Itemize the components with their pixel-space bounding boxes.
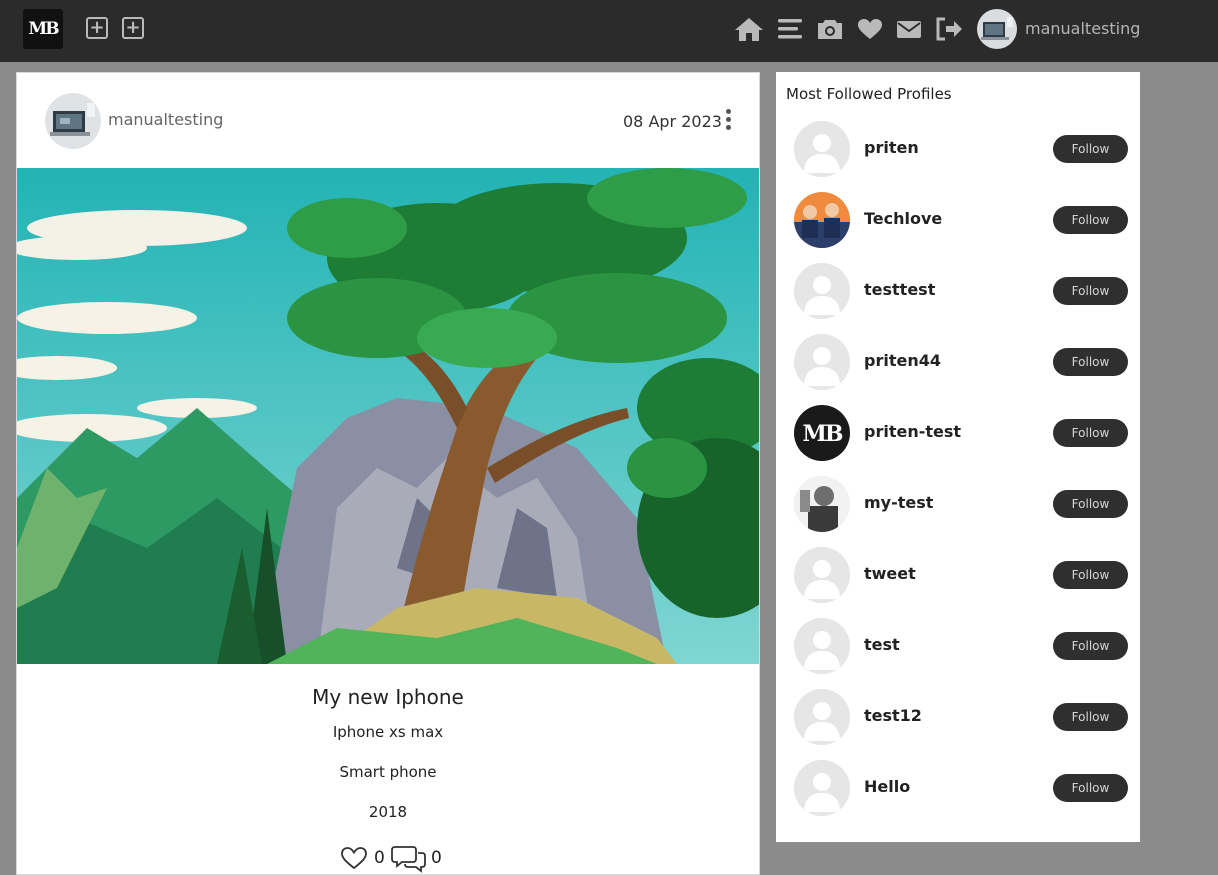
follow-button[interactable]: Follow xyxy=(1053,632,1128,660)
post-text-line: Smart phone xyxy=(339,763,437,781)
sidebar-title: Most Followed Profiles xyxy=(786,85,952,103)
follow-button[interactable]: Follow xyxy=(1053,774,1128,802)
post-card: manualtesting 08 Apr 2023 My new Iphone … xyxy=(16,72,760,875)
profile-name[interactable]: priten xyxy=(864,138,919,157)
profile-name[interactable]: my-test xyxy=(864,493,933,512)
profile-row: my-test Follow xyxy=(776,476,1140,532)
mb-logo[interactable]: MB xyxy=(23,9,63,49)
profile-row: test12 Follow xyxy=(776,689,1140,745)
post-date: 08 Apr 2023 xyxy=(623,112,722,131)
follow-button[interactable]: Follow xyxy=(1053,277,1128,305)
most-followed-sidebar: Most Followed Profiles priten Follow Techl… xyxy=(776,72,1140,842)
profile-name[interactable]: tweet xyxy=(864,564,916,583)
profile-row: priten Follow xyxy=(776,121,1140,177)
profile-avatar[interactable] xyxy=(794,334,850,390)
profile-row: priten44 Follow xyxy=(776,334,1140,390)
profile-row: tweet Follow xyxy=(776,547,1140,603)
comment-count: 0 xyxy=(431,848,442,868)
add-story-button[interactable]: + xyxy=(122,17,144,39)
profile-name[interactable]: priten44 xyxy=(864,351,941,370)
profile-avatar[interactable] xyxy=(794,476,850,532)
profile-name[interactable]: test xyxy=(864,635,900,654)
profile-name[interactable]: testtest xyxy=(864,280,935,299)
add-post-button[interactable]: + xyxy=(86,17,108,39)
profile-row: Hello Follow xyxy=(776,760,1140,816)
profile-row: Techlove Follow xyxy=(776,192,1140,248)
profile-name[interactable]: test12 xyxy=(864,706,922,725)
post-author-avatar[interactable] xyxy=(45,93,101,149)
comment-icon[interactable] xyxy=(391,843,427,875)
profile-avatar[interactable] xyxy=(794,618,850,674)
follow-button[interactable]: Follow xyxy=(1053,490,1128,518)
post-text-line: 2018 xyxy=(368,803,408,821)
follow-button[interactable]: Follow xyxy=(1053,561,1128,589)
profile-avatar[interactable] xyxy=(794,121,850,177)
profile-avatar[interactable] xyxy=(794,263,850,319)
follow-button[interactable]: Follow xyxy=(1053,206,1128,234)
heart-icon[interactable] xyxy=(855,15,885,43)
nav-user-avatar[interactable] xyxy=(977,9,1017,49)
profile-name[interactable]: Techlove xyxy=(864,209,942,228)
menu-icon[interactable] xyxy=(775,15,805,43)
post-options-icon[interactable] xyxy=(723,109,733,135)
like-count: 0 xyxy=(374,848,385,868)
follow-button[interactable]: Follow xyxy=(1053,419,1128,447)
top-navbar: MB + + manualtesting xyxy=(0,0,1218,62)
profile-name[interactable]: Hello xyxy=(864,777,910,796)
profile-avatar[interactable]: MB xyxy=(794,405,850,461)
home-icon[interactable] xyxy=(734,15,764,43)
follow-button[interactable]: Follow xyxy=(1053,135,1128,163)
logout-icon[interactable] xyxy=(934,15,964,43)
profile-avatar[interactable] xyxy=(794,192,850,248)
profile-avatar[interactable] xyxy=(794,689,850,745)
profile-avatar[interactable] xyxy=(794,760,850,816)
like-heart-icon[interactable] xyxy=(340,845,368,875)
profile-avatar[interactable] xyxy=(794,547,850,603)
nav-username[interactable]: manualtesting xyxy=(1025,19,1140,38)
post-text-line: Iphone xs max xyxy=(332,723,444,741)
post-author-name[interactable]: manualtesting xyxy=(108,110,223,129)
follow-button[interactable]: Follow xyxy=(1053,348,1128,376)
post-image xyxy=(17,168,759,664)
profile-name[interactable]: priten-test xyxy=(864,422,961,441)
svg-text:MB: MB xyxy=(803,421,843,447)
profile-row: test Follow xyxy=(776,618,1140,674)
profile-row: testtest Follow xyxy=(776,263,1140,319)
profile-row: MB priten-test Follow xyxy=(776,405,1140,461)
follow-button[interactable]: Follow xyxy=(1053,703,1128,731)
post-title: My new Iphone xyxy=(312,685,464,709)
camera-icon[interactable] xyxy=(815,15,845,43)
envelope-icon[interactable] xyxy=(894,15,924,43)
